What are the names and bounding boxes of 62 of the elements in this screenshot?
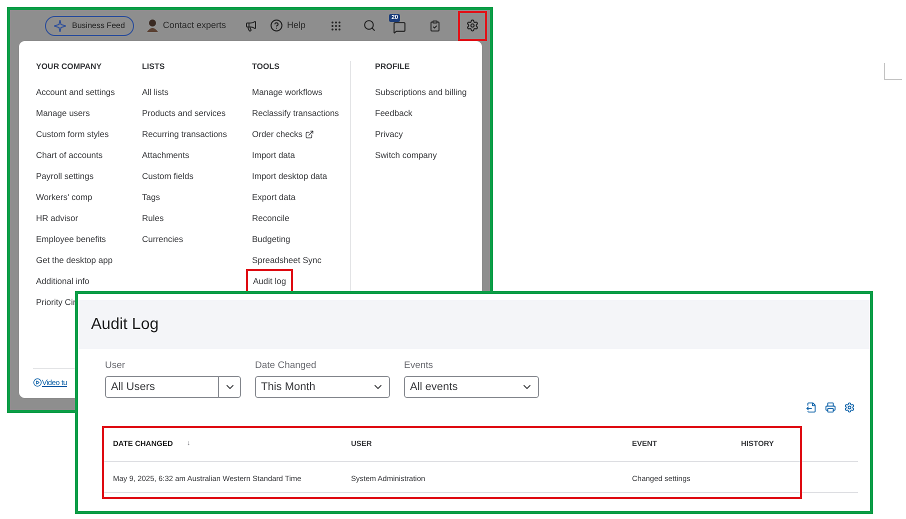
help-button[interactable]: Help bbox=[270, 18, 306, 32]
menu-item[interactable]: Import data bbox=[252, 149, 295, 162]
column-heading: TOOLS bbox=[252, 61, 280, 73]
menu-item[interactable]: Payroll settings bbox=[36, 170, 94, 183]
menu-item[interactable]: Get the desktop app bbox=[36, 254, 113, 267]
menu-item[interactable]: Custom fields bbox=[142, 170, 194, 183]
menu-item[interactable]: Additional info bbox=[36, 275, 90, 288]
user-dropdown[interactable]: All Users bbox=[105, 376, 241, 398]
settings-icon bbox=[466, 19, 480, 32]
menu-item[interactable]: Custom form styles bbox=[36, 128, 109, 141]
menu-item[interactable]: Tags bbox=[142, 191, 160, 204]
menu-item[interactable]: Chart of accounts bbox=[36, 149, 103, 162]
menu-item[interactable]: Attachments bbox=[142, 149, 190, 162]
play-icon bbox=[33, 378, 42, 387]
menu-item[interactable]: Switch company bbox=[375, 149, 437, 162]
menu-item[interactable]: Privacy bbox=[375, 128, 403, 141]
menu-item[interactable]: HR advisor bbox=[36, 212, 78, 225]
filter-dropdown[interactable]: All events bbox=[404, 376, 539, 398]
contact-experts-link[interactable]: Contact experts bbox=[162, 18, 226, 32]
menu-item[interactable]: Manage workflows bbox=[252, 86, 322, 99]
settings-button[interactable] bbox=[458, 10, 488, 40]
menu-item[interactable]: Reclassify transactions bbox=[252, 107, 339, 120]
avatar-icon bbox=[146, 19, 158, 32]
menu-item[interactable]: Currencies bbox=[142, 233, 184, 246]
settings-icon[interactable] bbox=[844, 402, 855, 414]
menu-item[interactable]: Feedback bbox=[375, 107, 412, 120]
menu-item[interactable]: Order checks bbox=[252, 128, 303, 141]
page-title: Audit Log bbox=[91, 314, 159, 334]
column-heading: PROFILE bbox=[375, 61, 411, 73]
filter-dropdown[interactable]: This Month bbox=[255, 376, 390, 398]
business-feed-button[interactable]: Business Feed bbox=[45, 16, 134, 36]
filter-label: Date Changed bbox=[255, 359, 318, 373]
column-heading: LISTS bbox=[142, 61, 166, 73]
menu-item[interactable]: Export data bbox=[252, 191, 296, 204]
filter-label: Events bbox=[404, 359, 434, 373]
menu-item[interactable]: Account and settings bbox=[36, 86, 115, 99]
menu-item[interactable]: Subscriptions and billing bbox=[375, 86, 467, 99]
menu-item[interactable]: Manage users bbox=[36, 107, 90, 120]
menu-item[interactable]: Rules bbox=[142, 212, 164, 225]
megaphone-icon[interactable] bbox=[244, 20, 257, 32]
external-link-icon bbox=[304, 130, 314, 139]
export-icon[interactable] bbox=[806, 402, 817, 414]
menu-item[interactable]: Employee benefits bbox=[36, 233, 106, 246]
menu-item[interactable]: All lists bbox=[142, 86, 168, 99]
corner-mark bbox=[884, 63, 902, 80]
notifications-icon[interactable] bbox=[393, 20, 406, 34]
sparkle-icon bbox=[54, 20, 66, 32]
menu-item[interactable]: Reconcile bbox=[252, 212, 290, 225]
search-icon[interactable] bbox=[363, 19, 376, 32]
menu-item[interactable]: Import desktop data bbox=[252, 170, 328, 183]
apps-grid-icon[interactable] bbox=[330, 20, 342, 32]
column-heading: YOUR COMPANY bbox=[36, 61, 103, 73]
filter-label: User bbox=[105, 359, 126, 373]
menu-item[interactable]: Spreadsheet Sync bbox=[252, 254, 322, 267]
menu-item[interactable]: Budgeting bbox=[252, 233, 290, 246]
menu-item[interactable]: Recurring transactions bbox=[142, 128, 228, 141]
menu-item[interactable]: Products and services bbox=[142, 107, 226, 120]
help-icon bbox=[270, 19, 283, 32]
menu-item[interactable]: Workers' comp bbox=[36, 191, 92, 204]
tasks-icon[interactable] bbox=[429, 20, 442, 32]
menu-item[interactable]: Priority Cir bbox=[36, 296, 76, 309]
print-icon[interactable] bbox=[825, 402, 836, 414]
